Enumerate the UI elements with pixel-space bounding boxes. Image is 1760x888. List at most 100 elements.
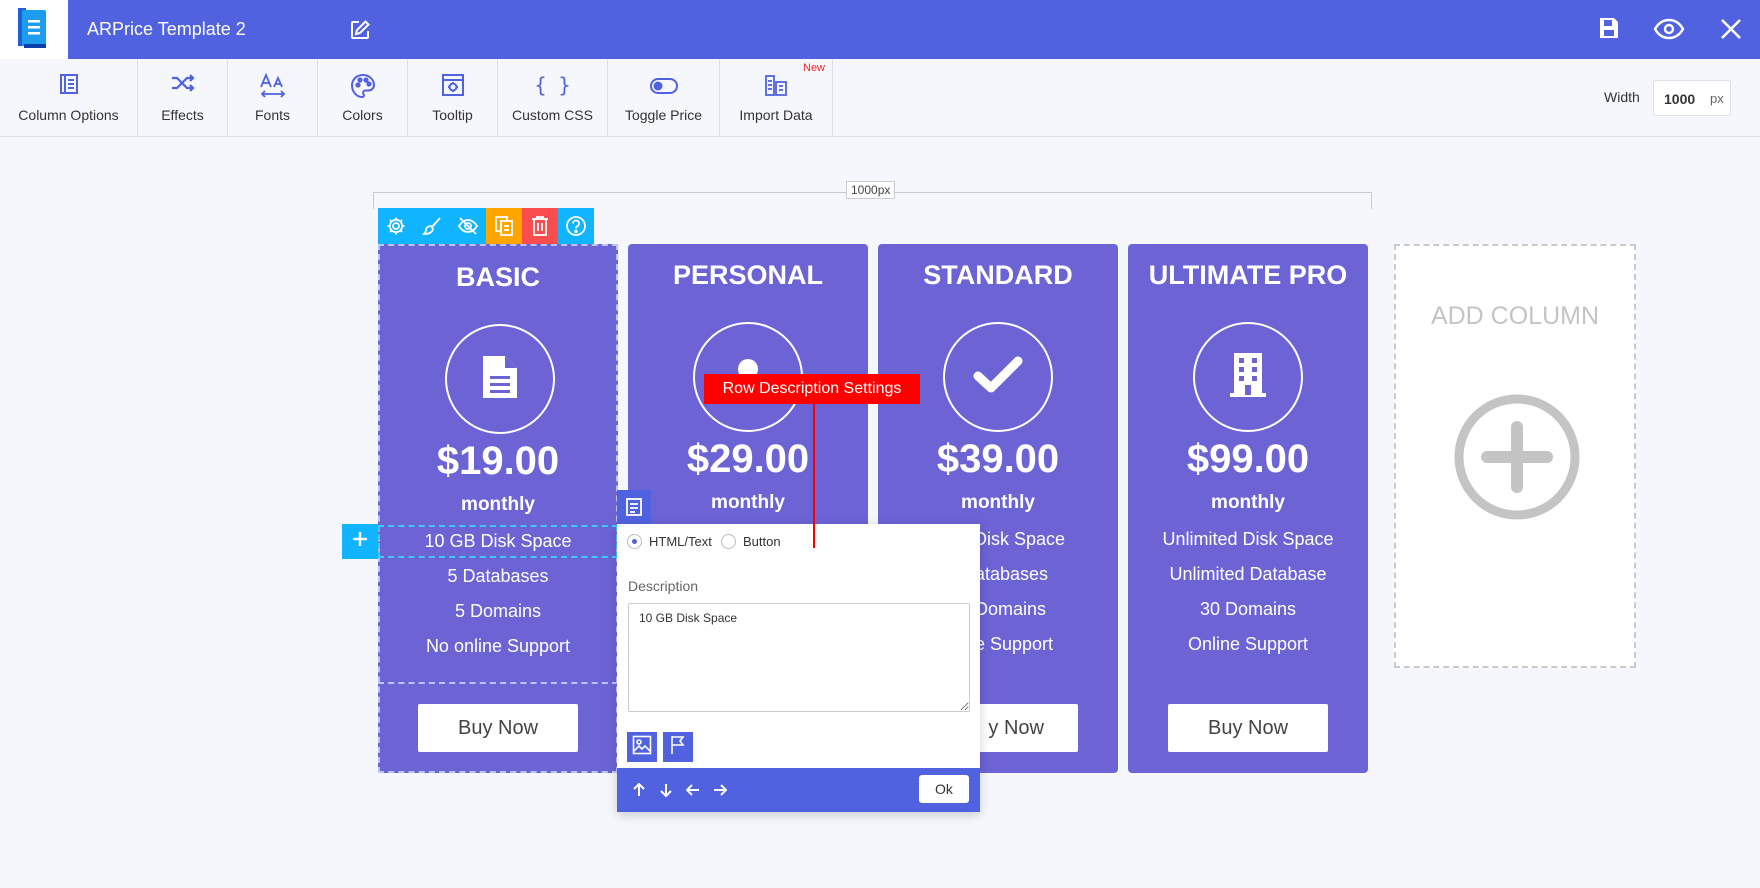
tool-label: Column Options [18, 107, 119, 123]
popup-footer: Ok [617, 768, 980, 812]
width-unit: px [1710, 91, 1724, 106]
radio-button-option[interactable]: Button [721, 534, 781, 549]
toolbar: Column Options Effects Fonts Colors Tool… [0, 59, 1760, 137]
column-period: monthly [711, 492, 785, 513]
radio-label: HTML/Text [649, 534, 712, 549]
column-title: PERSONAL [672, 260, 824, 290]
app-logo [0, 0, 68, 59]
description-textarea[interactable]: 10 GB Disk Space [628, 603, 970, 712]
row-settings-icon[interactable] [617, 490, 651, 524]
feature-row[interactable]: Online Support [1128, 634, 1368, 655]
column-period: monthly [961, 492, 1035, 513]
footer-divider [378, 682, 618, 684]
arrow-down-icon[interactable] [655, 780, 677, 800]
tooltip-icon [441, 73, 465, 102]
column-price: $29.00 [686, 437, 810, 481]
radio-button-checked[interactable] [627, 534, 642, 549]
add-column-label: ADD COLUMN [1430, 302, 1600, 330]
buy-now-button[interactable]: Buy Now [1168, 704, 1328, 752]
add-row-button[interactable] [342, 524, 378, 559]
settings-gear-icon[interactable] [378, 208, 414, 244]
tool-fonts[interactable]: Fonts [228, 59, 318, 137]
edit-icon[interactable] [348, 18, 372, 47]
tool-label: Effects [161, 107, 204, 123]
flag-icon [669, 735, 687, 760]
column-title: ULTIMATE PRO [1148, 260, 1348, 290]
column-title: STANDARD [923, 260, 1073, 290]
column-action-bar [378, 208, 594, 244]
arrow-right-icon[interactable] [709, 780, 731, 800]
new-badge: New [803, 62, 826, 74]
add-column-button[interactable]: ADD COLUMN [1394, 244, 1636, 668]
insert-image-button[interactable] [627, 732, 657, 762]
ok-button[interactable]: Ok [919, 775, 969, 803]
pricing-column-basic[interactable]: BASIC $19.00 monthly 10 GB Disk Space 5 … [378, 244, 618, 773]
feature-row[interactable]: Unlimited Database [1128, 564, 1368, 585]
duplicate-icon[interactable] [486, 208, 522, 244]
preview-eye-icon[interactable] [1653, 18, 1685, 45]
tool-label: Colors [342, 107, 383, 123]
column-price: $99.00 [1186, 437, 1310, 481]
buy-now-button[interactable]: Buy Now [418, 704, 578, 752]
feature-row[interactable]: atabases [975, 564, 1048, 585]
building-icon [1230, 351, 1266, 404]
feature-row[interactable]: Disk Space [974, 529, 1065, 550]
feature-row[interactable]: 30 Domains [1128, 599, 1368, 620]
arrow-left-icon[interactable] [682, 780, 704, 800]
column-period: monthly [461, 494, 535, 515]
document-icon [481, 354, 519, 405]
tool-label: Fonts [254, 107, 290, 123]
tool-colors[interactable]: Colors [318, 59, 408, 137]
column-icon-circle [445, 324, 555, 434]
arrow-up-icon[interactable] [628, 780, 650, 800]
feature-row[interactable]: 5 Databases [380, 566, 616, 587]
column-price: $19.00 [436, 439, 560, 483]
tool-label: Custom CSS [512, 107, 593, 123]
close-icon[interactable] [1720, 18, 1742, 45]
tool-tooltip[interactable]: Tooltip [408, 59, 498, 137]
checkmark-icon [972, 355, 1024, 400]
delete-trash-icon[interactable] [522, 208, 558, 244]
brush-icon[interactable] [414, 208, 450, 244]
tool-column-options[interactable]: Column Options [0, 59, 138, 137]
feature-row[interactable]: Domains [975, 599, 1046, 620]
fonts-icon [259, 72, 287, 104]
feature-row[interactable]: No online Support [380, 636, 616, 657]
annotation-callout: Row Description Settings [704, 374, 920, 404]
column-price: $39.00 [936, 437, 1060, 481]
radio-button-unchecked[interactable] [721, 534, 736, 549]
help-icon[interactable] [558, 208, 594, 244]
tool-label: Tooltip [432, 107, 473, 123]
top-bar: ARPrice Template 2 [0, 0, 1760, 59]
insert-icon-button[interactable] [663, 732, 693, 762]
import-data-icon [764, 73, 788, 102]
tool-label: Import Data [739, 107, 813, 123]
hide-eye-icon[interactable] [450, 208, 486, 244]
column-icon-circle [943, 322, 1053, 432]
feature-row[interactable]: e Support [975, 634, 1053, 655]
width-value: 1000 [1664, 91, 1696, 107]
column-options-icon [59, 73, 79, 100]
width-input[interactable]: 1000 px [1653, 80, 1731, 116]
ruler-label: 1000px [846, 181, 896, 199]
tool-import-data[interactable]: Import Data New [720, 59, 833, 137]
feature-row[interactable]: 10 GB Disk Space [380, 531, 616, 552]
feature-row[interactable]: 5 Domains [380, 601, 616, 622]
width-label: Width [1604, 89, 1640, 105]
feature-row[interactable]: Unlimited Disk Space [1128, 529, 1368, 550]
pricing-column-ultimate-pro[interactable]: ULTIMATE PRO $99.00 monthly Unlimited Di… [1128, 244, 1368, 773]
column-icon-circle [1193, 322, 1303, 432]
radio-label: Button [743, 534, 781, 549]
annotation-line [813, 404, 815, 548]
tool-custom-css[interactable]: { } Custom CSS [498, 59, 608, 137]
image-icon [632, 735, 652, 760]
toggle-icon [649, 77, 679, 100]
tool-toggle-price[interactable]: Toggle Price [608, 59, 720, 137]
plus-icon [352, 531, 368, 552]
description-label: Description [628, 578, 699, 594]
save-icon[interactable] [1598, 16, 1620, 45]
radio-html-text[interactable]: HTML/Text [627, 534, 712, 549]
braces-icon: { } [534, 73, 571, 97]
tool-effects[interactable]: Effects [138, 59, 228, 137]
column-title: BASIC [455, 262, 540, 292]
